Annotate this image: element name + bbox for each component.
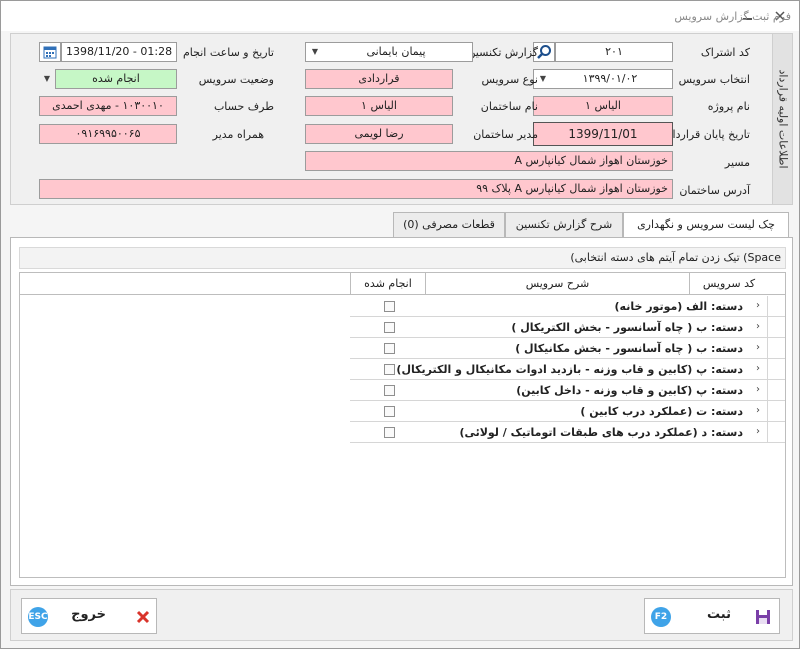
window-title: فرم ثبت گزارش سرویس xyxy=(674,10,791,23)
title-bar: فرم ثبت گزارش سرویس xyxy=(1,1,799,31)
row-indicator-divider xyxy=(767,380,768,401)
row-indicator-divider xyxy=(767,359,768,380)
col-empty xyxy=(20,273,350,295)
building-manager-field[interactable]: رضا لویمی xyxy=(305,124,453,144)
checklist-group-row[interactable]: › دسته: ب ( چاه آسانسور - بخش مکانیکال ) xyxy=(20,338,785,359)
service-select-field[interactable]: ۱۳۹۹/۰۱/۰۲ xyxy=(533,69,673,89)
row-indicator-divider xyxy=(767,422,768,443)
row-indicator-divider xyxy=(767,401,768,422)
checklist-grid[interactable]: کد سرویس شرح سرویس انجام شده › دسته: الف … xyxy=(19,272,786,578)
checklist-group-row[interactable]: › دسته: ب ( چاه آسانسور - بخش الکتریکال ) xyxy=(20,317,785,338)
exit-button-label: خروج xyxy=(71,607,106,622)
search-icon xyxy=(537,45,551,59)
calendar-button[interactable] xyxy=(39,42,61,62)
done-datetime-field[interactable]: 1398/11/20 - 01:28 xyxy=(61,42,177,62)
shortcut-badge-esc: ESC xyxy=(28,607,48,627)
chevron-down-icon[interactable]: ▼ xyxy=(39,70,55,88)
checklist-panel: Space) تیک زدن تمام آیتم های دسته انتخاب… xyxy=(10,237,793,586)
side-caption[interactable]: اطلاعات اولیه قرارداد xyxy=(772,34,792,204)
done-checkbox[interactable] xyxy=(384,343,395,354)
checklist-group-row[interactable]: › دسته: پ (کابین و قاب وزنه - داخل کابین) xyxy=(20,380,785,401)
checklist-group-row[interactable]: › دسته: ت (عملکرد درب کابین ) xyxy=(20,401,785,422)
building-name-label: نام ساختمان xyxy=(480,100,538,113)
done-checkbox[interactable] xyxy=(384,364,395,375)
tab-service-checklist[interactable]: چک لیست سرویس و نگهداری xyxy=(623,212,789,239)
group-label: دسته: ب ( چاه آسانسور - بخش مکانیکال ) xyxy=(515,342,743,355)
service-select-label: انتخاب سرویس xyxy=(678,73,750,86)
building-address-field[interactable]: خوزستان اهواز شمال کیانپارس A پلاک ۹۹ xyxy=(39,179,673,199)
row-indicator-divider xyxy=(767,338,768,359)
grid-header: کد سرویس شرح سرویس انجام شده xyxy=(20,273,785,295)
building-name-field[interactable]: الیاس ۱ xyxy=(305,96,453,116)
service-report-window: فرم ثبت گزارش سرویس اطلاعات اولیه قراردا… xyxy=(0,0,800,649)
chevron-down-icon[interactable]: ▼ xyxy=(307,43,323,61)
group-label: دسته: ت (عملکرد درب کابین ) xyxy=(580,405,743,418)
contract-end-label: تاریخ پایان قرارداد xyxy=(667,128,750,141)
done-checkbox[interactable] xyxy=(384,406,395,417)
project-name-field[interactable]: الیاس ۱ xyxy=(533,96,673,116)
group-label: دسته: ب ( چاه آسانسور - بخش الکتریکال ) xyxy=(511,321,743,334)
subscription-code-label: کد اشتراک xyxy=(700,46,750,59)
grid-rows: › دسته: الف (موتور خانه) › دسته: ب ( چاه آس… xyxy=(20,296,785,443)
tab-consumed-parts[interactable]: قطعات مصرفی (0) xyxy=(393,212,505,238)
save-button-label: ثبت xyxy=(707,607,731,622)
technician-report-label: گزارش تکنسین xyxy=(467,46,538,59)
done-checkbox[interactable] xyxy=(384,322,395,333)
exit-button[interactable]: خروج ESC xyxy=(21,598,157,634)
chevron-right-icon[interactable]: › xyxy=(753,341,763,355)
select-all-hint: Space) تیک زدن تمام آیتم های دسته انتخاب… xyxy=(19,247,786,269)
col-service-description[interactable]: شرح سرویس xyxy=(425,273,689,295)
service-type-field[interactable]: قراردادی xyxy=(305,69,453,89)
group-label: دسته: پ (کابین و قاب وزنه - بازدید ادوات… xyxy=(396,363,743,376)
group-label: دسته: پ (کابین و قاب وزنه - داخل کابین) xyxy=(516,384,743,397)
technician-select[interactable]: پیمان بایمانی xyxy=(305,42,473,62)
manager-mobile-label: همراه مدیر xyxy=(212,128,264,141)
side-caption-label: اطلاعات اولیه قرارداد xyxy=(776,69,789,169)
done-checkbox[interactable] xyxy=(384,385,395,396)
contract-info-panel: اطلاعات اولیه قرارداد کد اشتراک ۲۰۱ انتخ… xyxy=(10,33,793,205)
checklist-group-row[interactable]: › دسته: د (عملکرد درب های طبقات اتوماتیک … xyxy=(20,422,785,443)
shortcut-badge-f2: F2 xyxy=(651,607,671,627)
chevron-right-icon[interactable]: › xyxy=(753,425,763,439)
group-label: دسته: د (عملکرد درب های طبقات اتوماتیک /… xyxy=(459,426,743,439)
row-indicator-divider xyxy=(767,317,768,338)
building-manager-label: مدیر ساختمان xyxy=(473,128,538,141)
footer-bar: ثبت F2 خروج ESC xyxy=(10,589,793,641)
checklist-group-row[interactable]: › دسته: پ (کابین و قاب وزنه - بازدید ادوا… xyxy=(20,359,785,380)
row-divider xyxy=(350,442,785,443)
project-name-label: نام پروژه xyxy=(707,100,750,113)
building-address-label: آدرس ساختمان xyxy=(679,184,750,197)
chevron-right-icon[interactable]: › xyxy=(753,362,763,376)
checklist-group-row[interactable]: › دسته: الف (موتور خانه) xyxy=(20,296,785,317)
row-indicator-divider xyxy=(767,296,768,317)
tab-technician-description[interactable]: شرح گزارش تکنسین xyxy=(505,212,623,238)
floppy-disk-icon xyxy=(756,610,770,624)
service-type-label: نوع سرویس xyxy=(481,73,539,86)
subscription-code-field[interactable]: ۲۰۱ xyxy=(555,42,673,62)
chevron-right-icon[interactable]: › xyxy=(753,404,763,418)
account-party-label: طرف حساب xyxy=(213,100,274,113)
tab-strip: چک لیست سرویس و نگهداری شرح گزارش تکنسین… xyxy=(393,212,791,239)
done-checkbox[interactable] xyxy=(384,301,395,312)
account-party-field[interactable]: ۱۰۳۰۰۱۰ - مهدی احمدی xyxy=(39,96,177,116)
route-field[interactable]: خوزستان اهواز شمال کیانپارس A xyxy=(305,151,673,171)
group-label: دسته: الف (موتور خانه) xyxy=(614,300,744,313)
col-done[interactable]: انجام شده xyxy=(350,273,425,295)
chevron-right-icon[interactable]: › xyxy=(753,299,763,313)
calendar-icon xyxy=(43,46,57,59)
manager-mobile-field[interactable]: ۰۹۱۶۹۹۵۰۰۶۵ xyxy=(39,124,177,144)
done-checkbox[interactable] xyxy=(384,427,395,438)
chevron-right-icon[interactable]: › xyxy=(753,320,763,334)
save-button[interactable]: ثبت F2 xyxy=(644,598,780,634)
chevron-right-icon[interactable]: › xyxy=(753,383,763,397)
service-status-label: وضعیت سرویس xyxy=(198,73,274,86)
close-icon xyxy=(136,610,150,624)
contract-end-field[interactable]: 1399/11/01 xyxy=(533,122,673,146)
col-service-code[interactable]: کد سرویس xyxy=(689,273,768,295)
service-status-field[interactable]: انجام شده xyxy=(55,69,177,89)
route-label: مسیر xyxy=(724,156,750,169)
done-datetime-label: تاریخ و ساعت انجام xyxy=(182,46,274,59)
